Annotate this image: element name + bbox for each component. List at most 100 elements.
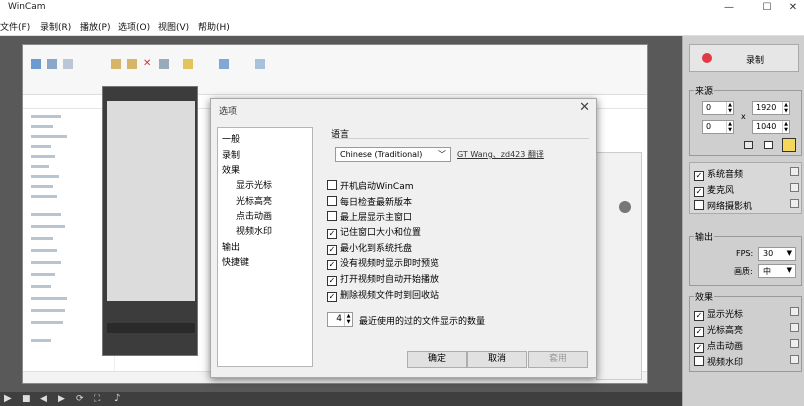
checkbox-box xyxy=(694,356,704,366)
tree-item-watermark[interactable]: 视频水印 xyxy=(236,224,272,237)
effect-click-animation-checkbox[interactable]: ✓ 点击动画 xyxy=(694,339,743,353)
checkbox-label: 视频水印 xyxy=(707,358,744,368)
play-icon[interactable]: ▶ xyxy=(4,393,12,404)
nav-line xyxy=(31,237,53,240)
source-width-input[interactable]: 1920 ▲ ▼ xyxy=(752,101,790,115)
check-icon: ✓ xyxy=(327,292,337,302)
source-y-input[interactable]: 0 ▲ ▼ xyxy=(702,120,734,134)
checkbox-label: 点击动画 xyxy=(707,342,744,352)
stepper-arrows-icon[interactable]: ▲ ▼ xyxy=(782,121,789,133)
rotate-icon[interactable]: ⟳ xyxy=(76,394,84,404)
volume-icon[interactable]: ♪ xyxy=(114,393,120,404)
stepper-arrows-icon[interactable]: ▲ ▼ xyxy=(344,313,352,326)
ribbon-delete-icon: ✕ xyxy=(143,58,152,69)
fullscreen-mode-icon[interactable] xyxy=(744,141,753,149)
tree-item-recording[interactable]: 录制 xyxy=(222,148,240,161)
tree-item-general[interactable]: 一般 xyxy=(222,132,240,145)
recent-count-stepper[interactable]: 4 ▲ ▼ xyxy=(327,312,353,327)
check-icon: ✓ xyxy=(327,229,337,239)
menu-help[interactable]: 帮助(H) xyxy=(198,20,230,33)
settings-panel: 录制 来源 0 ▲ ▼ 0 ▲ ▼ x 1920 ▲ ▼ 1040 ▲ ▼ ✓ 系统音频 ✓ 麦克风… xyxy=(682,36,804,406)
source-x-input[interactable]: 0 ▲ ▼ xyxy=(702,101,734,115)
ribbon-copyto-icon xyxy=(127,59,137,69)
stop-icon[interactable]: ■ xyxy=(22,394,31,404)
tree-item-hotkeys[interactable]: 快捷键 xyxy=(222,255,249,268)
dialog-close-icon[interactable]: ✕ xyxy=(579,100,590,115)
checkbox-label: 每日检查最新版本 xyxy=(340,198,413,208)
cursor-settings-icon[interactable] xyxy=(790,307,799,316)
source-options: ✓ 系统音频 ✓ 麦克风 网络摄影机 xyxy=(689,162,802,214)
tree-item-click-animation[interactable]: 点击动画 xyxy=(236,209,272,222)
tree-item-cursor-highlight[interactable]: 光标高亮 xyxy=(236,194,272,207)
quality-select[interactable]: 中 ▼ xyxy=(758,264,796,278)
checkbox-always-on-top[interactable]: 最上层显示主窗口 xyxy=(327,210,413,223)
effect-watermark-checkbox[interactable]: 视频水印 xyxy=(694,355,743,368)
menu-file[interactable]: 文件(F) xyxy=(0,20,30,33)
click-settings-icon[interactable] xyxy=(790,339,799,348)
checkbox-live-preview[interactable]: ✓ 没有视频时显示即时预览 xyxy=(327,256,440,270)
checkbox-box xyxy=(327,211,337,221)
record-label: 录制 xyxy=(746,56,765,66)
fps-select[interactable]: 30 ▼ xyxy=(758,247,796,261)
source-y-value: 0 xyxy=(706,122,712,131)
menu-view[interactable]: 视图(V) xyxy=(158,20,189,33)
microphone-checkbox[interactable]: ✓ 麦克风 xyxy=(694,183,734,197)
nav-line xyxy=(31,339,51,342)
apply-button[interactable]: 套用 xyxy=(528,351,588,368)
fullscreen-icon[interactable]: ⛶ xyxy=(94,394,100,404)
effect-cursor-highlight-checkbox[interactable]: ✓ 光标高亮 xyxy=(694,323,743,337)
source-group: 来源 0 ▲ ▼ 0 ▲ ▼ x 1920 ▲ ▼ 1040 ▲ ▼ xyxy=(689,84,802,156)
checkbox-autoplay[interactable]: ✓ 打开视频时自动开始播放 xyxy=(327,272,440,286)
tree-item-output[interactable]: 输出 xyxy=(222,240,240,253)
window-mode-icon[interactable] xyxy=(764,141,773,149)
checkbox-recycle-bin[interactable]: ✓ 删除视频文件时到回收站 xyxy=(327,288,439,302)
effects-group: 效果 ✓ 显示光标 ✓ 光标高亮 ✓ 点击动画 视频水印 xyxy=(689,290,802,372)
highlight-settings-icon[interactable] xyxy=(790,323,799,332)
menu-play[interactable]: 播放(P) xyxy=(80,20,110,33)
webcam-checkbox[interactable]: 网络摄影机 xyxy=(694,199,752,212)
cancel-button[interactable]: 取消 xyxy=(467,351,527,368)
checkbox-label: 没有视频时显示即时预览 xyxy=(340,259,440,269)
translation-credit-link[interactable]: GT Wang、zd423 翻译 xyxy=(457,149,544,160)
menu-options[interactable]: 选项(O) xyxy=(118,20,150,33)
checkbox-autostart[interactable]: 开机启动WinCam xyxy=(327,179,413,192)
language-select[interactable]: Chinese (Traditional) ﹀ xyxy=(335,147,451,162)
stepper-arrows-icon[interactable]: ▲ ▼ xyxy=(726,102,733,114)
minimize-button[interactable]: — xyxy=(714,0,744,16)
checkbox-label: 光标高亮 xyxy=(707,326,744,336)
checkbox-check-updates[interactable]: 每日检查最新版本 xyxy=(327,195,413,208)
region-select-icon[interactable] xyxy=(782,138,796,152)
check-icon: ✓ xyxy=(327,260,337,270)
checkbox-label: 打开视频时自动开始播放 xyxy=(340,275,440,285)
stepper-arrows-icon[interactable]: ▲ ▼ xyxy=(726,121,733,133)
next-frame-icon[interactable]: ▶ xyxy=(58,394,65,404)
quality-label: 画质: xyxy=(734,267,753,276)
tree-item-effects[interactable]: 效果 xyxy=(222,163,240,176)
nav-line xyxy=(31,185,53,188)
audio-settings-icon[interactable] xyxy=(790,167,799,176)
ribbon-pin-icon xyxy=(31,59,41,69)
effect-show-cursor-checkbox[interactable]: ✓ 显示光标 xyxy=(694,307,743,321)
nav-line xyxy=(31,309,65,312)
prev-frame-icon[interactable]: ◀ xyxy=(40,394,47,404)
checkbox-remember-window[interactable]: ✓ 记住窗口大小和位置 xyxy=(327,225,421,239)
check-icon: ✓ xyxy=(327,276,337,286)
source-height-input[interactable]: 1040 ▲ ▼ xyxy=(752,120,790,134)
system-audio-checkbox[interactable]: ✓ 系统音频 xyxy=(694,167,743,181)
webcam-settings-icon[interactable] xyxy=(790,199,799,208)
tree-item-show-cursor[interactable]: 显示光标 xyxy=(236,178,272,191)
playback-toolbar: ▶ ■ ◀ ▶ ⟳ ⛶ ♪ xyxy=(0,392,682,406)
close-button[interactable]: ✕ xyxy=(778,0,804,16)
stepper-arrows-icon[interactable]: ▲ ▼ xyxy=(782,102,789,114)
nav-line xyxy=(31,249,57,252)
mic-settings-icon[interactable] xyxy=(790,183,799,192)
menu-record[interactable]: 录制(R) xyxy=(40,20,71,33)
record-dot-icon xyxy=(702,53,712,63)
checkbox-minimize-to-tray[interactable]: ✓ 最小化到系统托盘 xyxy=(327,241,412,255)
record-button[interactable]: 录制 xyxy=(689,44,799,72)
ok-button[interactable]: 确定 xyxy=(407,351,467,368)
ribbon-move-icon xyxy=(111,59,121,69)
watermark-settings-icon[interactable] xyxy=(790,355,799,364)
fps-label: FPS: xyxy=(736,249,754,258)
checkbox-label: 最上层显示主窗口 xyxy=(340,213,413,223)
